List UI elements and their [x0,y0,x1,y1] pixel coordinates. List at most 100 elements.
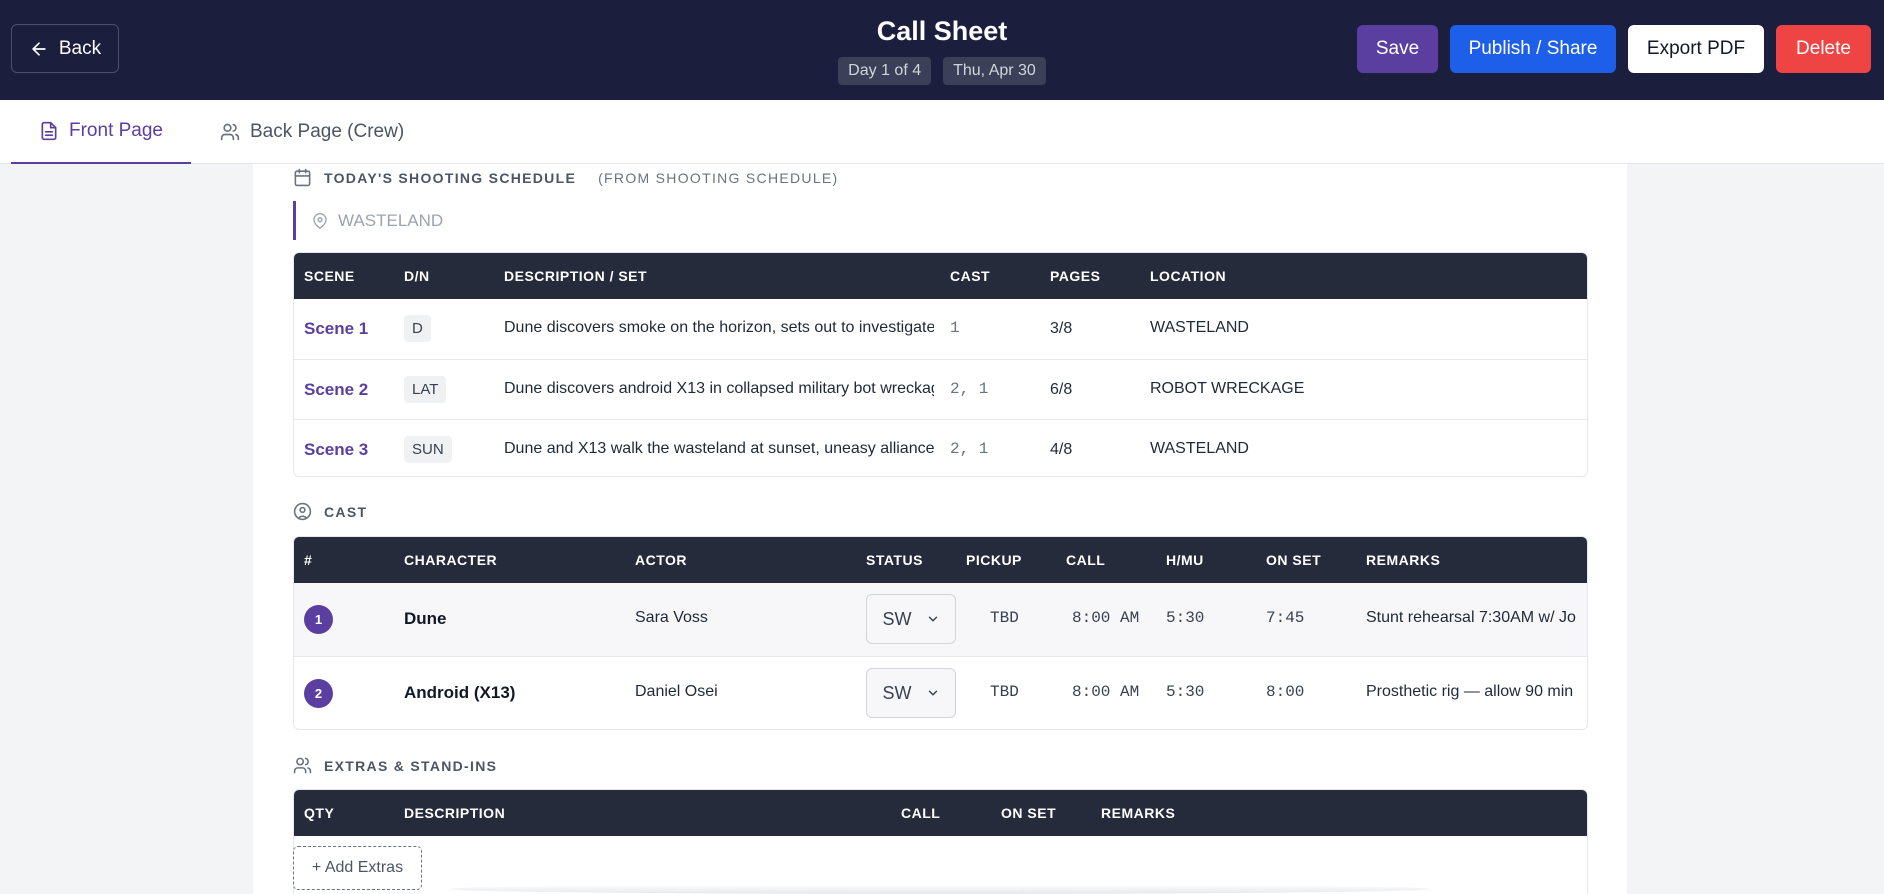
tab-back-page-crew[interactable]: Back Page (Crew) [220,100,404,164]
cast-pickup: TBD [990,683,1019,701]
scene-pages: 6/8 [1050,381,1073,398]
tab-label: Back Page (Crew) [250,121,405,142]
scene-link[interactable]: Scene 2 [304,380,368,400]
schedule-table: SCENE D/N DESCRIPTION / SET CAST PAGES L… [293,252,1588,477]
users-icon [220,123,240,141]
status-select[interactable]: SW [866,668,956,718]
table-row[interactable]: 2 Android (X13) Daniel Osei SW TBD 8:00 … [294,656,1587,729]
cast-call: 8:00 AM [1072,683,1140,701]
arrow-left-icon [32,41,46,56]
dn-badge: LAT [404,376,447,403]
cast-number-badge: 2 [304,679,333,708]
day-badge: Day 1 of 4 [838,57,932,85]
column-header: ON SET [1266,552,1322,568]
column-header: PAGES [1050,268,1101,284]
cast-table: # CHARACTER ACTOR STATUS PICKUP CALL H/M… [293,536,1588,730]
footer-shadow [450,884,1430,894]
scene-description: Dune and X13 walk the wasteland at sunse… [504,440,934,457]
schedule-section-title: TODAY'S SHOOTING SCHEDULE (FROM SHOOTING… [293,168,839,187]
cast-onset: 8:00 [1266,683,1305,701]
scene-location: WASTELAND [1150,440,1249,457]
date-badge: Thu, Apr 30 [943,57,1046,85]
status-value: SW [882,682,912,703]
cast-hmu: 5:30 [1166,609,1205,627]
status-value: SW [882,608,912,629]
cast-actor: Sara Voss [635,609,708,626]
schedule-subtitle: (FROM SHOOTING SCHEDULE) [598,169,839,186]
cast-hmu: 5:30 [1166,683,1205,701]
scene-pages: 4/8 [1050,441,1073,458]
cast-section-title: CAST [293,502,367,521]
tab-front-page[interactable]: Front Page [11,100,191,164]
scene-cast: 1 [950,319,960,337]
dn-badge: D [404,315,431,342]
cast-table-header: # CHARACTER ACTOR STATUS PICKUP CALL H/M… [294,537,1587,583]
scene-description: Dune discovers smoke on the horizon, set… [504,319,934,336]
save-button[interactable]: Save [1357,25,1438,73]
column-header: LOCATION [1150,268,1227,284]
delete-button[interactable]: Delete [1776,25,1871,73]
add-extras-button[interactable]: + Add Extras [293,846,422,890]
extras-table: QTY DESCRIPTION CALL ON SET REMARKS [293,789,1588,894]
table-row[interactable]: Scene 3 SUN Dune and X13 walk the wastel… [294,419,1587,476]
document-icon [41,121,57,141]
tab-bar: Front Page Back Page (Crew) [0,100,1884,164]
column-header: ON SET [1001,805,1057,821]
chevron-down-icon [928,616,937,622]
user-circle-icon [293,502,312,521]
column-header: H/MU [1166,552,1204,568]
table-row[interactable]: Scene 1 D Dune discovers smoke on the ho… [294,299,1587,359]
users-icon [293,757,312,774]
cast-onset: 7:45 [1266,609,1305,627]
chevron-down-icon [928,690,937,696]
status-select[interactable]: SW [866,594,956,644]
column-header: D/N [404,268,430,284]
cast-actor: Daniel Osei [635,683,718,700]
schedule-title: TODAY'S SHOOTING SCHEDULE [324,169,577,186]
scene-location: ROBOT WRECKAGE [1150,380,1305,397]
column-header: STATUS [866,552,923,568]
location-group-header: WASTELAND [293,201,443,240]
cast-remarks: Stunt rehearsal 7:30AM w/ Jo [1366,609,1576,626]
dn-badge: SUN [404,436,452,463]
scene-location: WASTELAND [1150,319,1249,336]
column-header: QTY [304,805,335,821]
cast-call: 8:00 AM [1072,609,1140,627]
export-pdf-button[interactable]: Export PDF [1628,25,1764,73]
extras-section-title: EXTRAS & STAND-INS [293,756,497,775]
extras-title: EXTRAS & STAND-INS [324,757,498,774]
column-header: PICKUP [966,552,1022,568]
cast-character: Dune [404,609,447,628]
schedule-table-header: SCENE D/N DESCRIPTION / SET CAST PAGES L… [294,253,1587,299]
column-header: CALL [1066,552,1106,568]
scene-link[interactable]: Scene 3 [304,440,368,460]
scene-cast: 2, 1 [950,380,989,398]
column-header: DESCRIPTION [404,805,506,821]
scene-link[interactable]: Scene 1 [304,319,368,339]
cast-character: Android (X13) [404,683,516,702]
cast-title: CAST [324,503,368,520]
column-header: CAST [950,268,991,284]
column-header: REMARKS [1366,552,1441,568]
scene-description: Dune discovers android X13 in collapsed … [504,380,934,397]
publish-share-button[interactable]: Publish / Share [1450,25,1616,73]
scene-pages: 3/8 [1050,320,1073,337]
column-header: SCENE [304,268,355,284]
column-header: REMARKS [1101,805,1176,821]
cast-remarks: Prosthetic rig — allow 90 min [1366,683,1574,700]
column-header: CHARACTER [404,552,498,568]
cast-pickup: TBD [990,609,1019,627]
cast-number-badge: 1 [304,605,333,634]
scene-cast: 2, 1 [950,440,989,458]
column-header: ACTOR [635,552,688,568]
column-header: CALL [901,805,941,821]
calendar-icon [294,168,311,187]
map-pin-icon [313,212,327,229]
top-bar: Back Call Sheet Day 1 of 4 Thu, Apr 30 S… [0,0,1884,100]
location-group-label: WASTELAND [338,210,444,230]
tab-label: Front Page [69,120,163,141]
table-row[interactable]: Scene 2 LAT Dune discovers android X13 i… [294,359,1587,419]
column-header: # [304,552,313,568]
table-row[interactable]: 1 Dune Sara Voss SW TBD 8:00 AM 5:30 7:4… [294,583,1587,656]
column-header: DESCRIPTION / SET [504,268,648,284]
